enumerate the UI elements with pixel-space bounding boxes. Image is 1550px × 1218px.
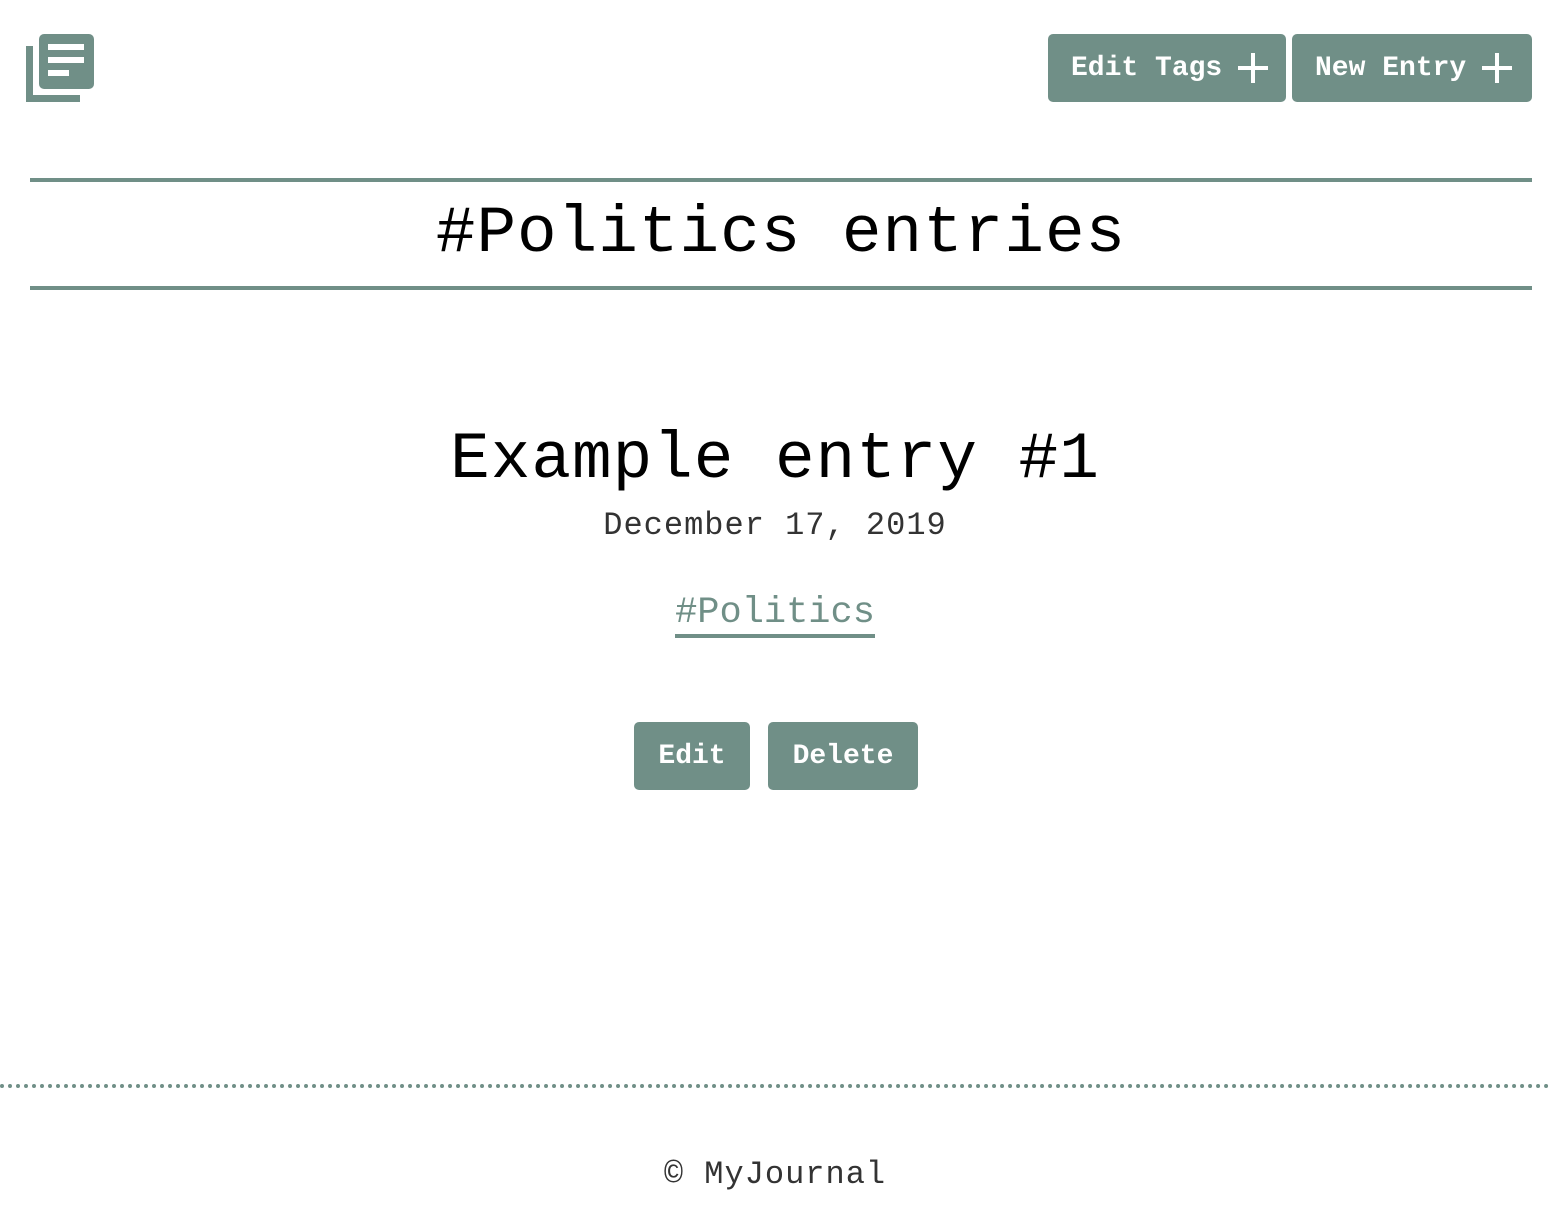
page-title-band: #Politics entries (30, 178, 1532, 290)
header-actions: Edit Tags New Entry (1048, 34, 1532, 102)
delete-entry-button[interactable]: Delete (768, 722, 918, 790)
edit-tags-label: Edit Tags (1071, 52, 1223, 84)
edit-entry-button[interactable]: Edit (634, 722, 750, 790)
journal-logo-icon[interactable] (26, 34, 94, 102)
entry-actions: Edit Delete (0, 722, 1550, 790)
entry-title: Example entry #1 (450, 422, 1100, 497)
new-entry-button[interactable]: New Entry (1292, 34, 1532, 102)
plus-icon (1482, 53, 1513, 83)
footer-copyright: © MyJournal (663, 1156, 887, 1193)
edit-tags-button[interactable]: Edit Tags (1048, 34, 1286, 102)
entry-date: December 17, 2019 (603, 507, 947, 544)
tag-link-politics[interactable]: #Politics (675, 592, 875, 638)
new-entry-label: New Entry (1315, 52, 1467, 84)
entry-tags: #Politics (0, 592, 1550, 642)
plus-icon (1238, 53, 1269, 83)
footer-divider (0, 1084, 1550, 1088)
page-title: #Politics entries (435, 196, 1127, 271)
entry-card: Example entry #1 December 17, 2019 #Poli… (0, 420, 1550, 790)
